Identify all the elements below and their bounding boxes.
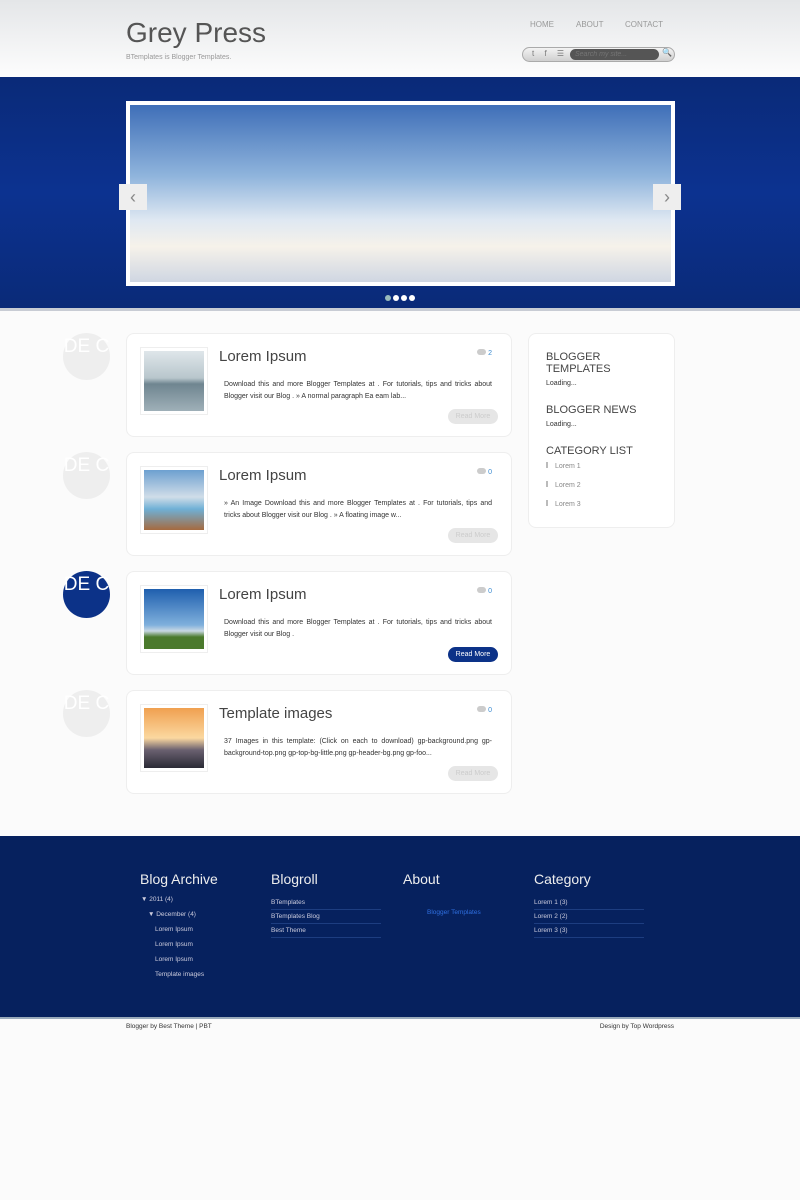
- about-link[interactable]: Blogger Templates: [403, 896, 513, 916]
- read-more-button[interactable]: Read More: [448, 647, 498, 662]
- slider-next-button[interactable]: ›: [653, 184, 681, 210]
- archive-year[interactable]: ▼ 2011 (4): [140, 896, 250, 903]
- footer-archive: Blog Archive ▼ 2011 (4) ▼ December (4) L…: [140, 871, 250, 986]
- footer-blogroll: Blogroll BTemplates BTemplates Blog Best…: [271, 871, 381, 938]
- date-badge: DE C: [63, 333, 110, 380]
- widget-loading: Loading...: [546, 421, 577, 428]
- slider-dots: [385, 295, 415, 301]
- archive-post[interactable]: Lorem Ipsum: [140, 926, 250, 933]
- post-thumbnail[interactable]: [140, 704, 208, 772]
- archive-post[interactable]: Lorem Ipsum: [140, 941, 250, 948]
- post-title[interactable]: Template images: [219, 705, 332, 722]
- date-badge: DE C: [63, 452, 110, 499]
- credits-left[interactable]: Blogger by Best Theme | PBT: [126, 1023, 212, 1030]
- blogroll-link[interactable]: Best Theme: [271, 924, 381, 938]
- slider-dot[interactable]: [385, 295, 391, 301]
- slider-dot[interactable]: [409, 295, 415, 301]
- social-icons[interactable]: t f ☰: [532, 49, 568, 58]
- post-thumbnail[interactable]: [140, 585, 208, 653]
- post-title[interactable]: Lorem Ipsum: [219, 467, 307, 484]
- widget-title: BLOGGER TEMPLATES: [546, 351, 611, 375]
- post-thumbnail[interactable]: [140, 466, 208, 534]
- post-card: Lorem Ipsum 2 Download this and more Blo…: [126, 333, 512, 437]
- footer: Blog Archive ▼ 2011 (4) ▼ December (4) L…: [0, 836, 800, 1019]
- slider-image: [130, 105, 671, 282]
- search-bar: t f ☰ 🔍: [522, 47, 675, 62]
- read-more-button[interactable]: Read More: [448, 409, 498, 424]
- comment-count-value: 0: [488, 707, 492, 714]
- category-link[interactable]: Lorem 3 (3): [534, 924, 644, 938]
- category-link[interactable]: Lorem 3: [546, 500, 657, 508]
- comment-icon: [477, 349, 487, 355]
- date-badge: DE C: [63, 690, 110, 737]
- comment-icon: [477, 468, 487, 474]
- slider-dot[interactable]: [401, 295, 407, 301]
- post-thumbnail[interactable]: [140, 347, 208, 415]
- comment-count-value: 0: [488, 588, 492, 595]
- widget-title: BLOGGER NEWS: [546, 404, 637, 416]
- post-card: Lorem Ipsum 0 » An Image Download this a…: [126, 452, 512, 556]
- slider-image-frame: [126, 101, 675, 286]
- footer-heading: Category: [534, 871, 591, 887]
- comment-count-value: 0: [488, 469, 492, 476]
- read-more-button[interactable]: Read More: [448, 766, 498, 781]
- sidebar: BLOGGER TEMPLATES Loading... BLOGGER NEW…: [528, 333, 675, 528]
- category-link[interactable]: Lorem 1 (3): [534, 896, 644, 910]
- widget-loading: Loading...: [546, 380, 577, 387]
- post-excerpt: Download this and more Blogger Templates…: [224, 619, 492, 638]
- post-card: Template images 0 37 Images in this temp…: [126, 690, 512, 794]
- category-link[interactable]: Lorem 1: [546, 462, 657, 470]
- post-title[interactable]: Lorem Ipsum: [219, 586, 307, 603]
- site-title[interactable]: Grey Press: [126, 17, 266, 49]
- blogroll-link[interactable]: BTemplates: [271, 896, 381, 910]
- archive-month[interactable]: ▼ December (4): [140, 911, 250, 918]
- archive-post[interactable]: Lorem Ipsum: [140, 956, 250, 963]
- header: Grey Press BTemplates is Blogger Templat…: [0, 0, 800, 77]
- nav-contact[interactable]: CONTACT: [625, 20, 663, 29]
- slider-dot[interactable]: [393, 295, 399, 301]
- footer-heading: Blogroll: [271, 871, 318, 887]
- footer-heading: Blog Archive: [140, 871, 218, 887]
- post-excerpt: Download this and more Blogger Templates…: [224, 381, 492, 400]
- search-input[interactable]: [570, 49, 659, 60]
- category-link[interactable]: Lorem 2 (2): [534, 910, 644, 924]
- comment-icon: [477, 587, 487, 593]
- footer-about: About Blogger Templates: [403, 871, 513, 916]
- search-icon[interactable]: 🔍: [662, 48, 672, 57]
- comment-icon: [477, 706, 487, 712]
- read-more-button[interactable]: Read More: [448, 528, 498, 543]
- site-tagline: BTemplates is Blogger Templates.: [126, 54, 232, 61]
- blogroll-link[interactable]: BTemplates Blog: [271, 910, 381, 924]
- category-link[interactable]: Lorem 2: [546, 481, 657, 489]
- post-excerpt: 37 Images in this template: (Click on ea…: [224, 738, 492, 757]
- comment-count[interactable]: 0: [477, 706, 492, 714]
- footer-heading: About: [403, 871, 440, 887]
- credits-right[interactable]: Design by Top Wordpress: [600, 1023, 674, 1030]
- footer-category: Category Lorem 1 (3) Lorem 2 (2) Lorem 3…: [534, 871, 644, 938]
- date-badge: DE C: [63, 571, 110, 618]
- post-card: Lorem Ipsum 0 Download this and more Blo…: [126, 571, 512, 675]
- comment-count[interactable]: 0: [477, 587, 492, 595]
- comment-count[interactable]: 0: [477, 468, 492, 476]
- post-excerpt: » An Image Download this and more Blogge…: [224, 500, 492, 519]
- nav-about[interactable]: ABOUT: [576, 20, 604, 29]
- comment-count[interactable]: 2: [477, 349, 492, 357]
- nav-home[interactable]: HOME: [530, 20, 554, 29]
- widget-title: CATEGORY LIST: [546, 445, 633, 457]
- post-title[interactable]: Lorem Ipsum: [219, 348, 307, 365]
- slider-prev-button[interactable]: ‹: [119, 184, 147, 210]
- comment-count-value: 2: [488, 350, 492, 357]
- archive-post[interactable]: Template images: [140, 971, 250, 978]
